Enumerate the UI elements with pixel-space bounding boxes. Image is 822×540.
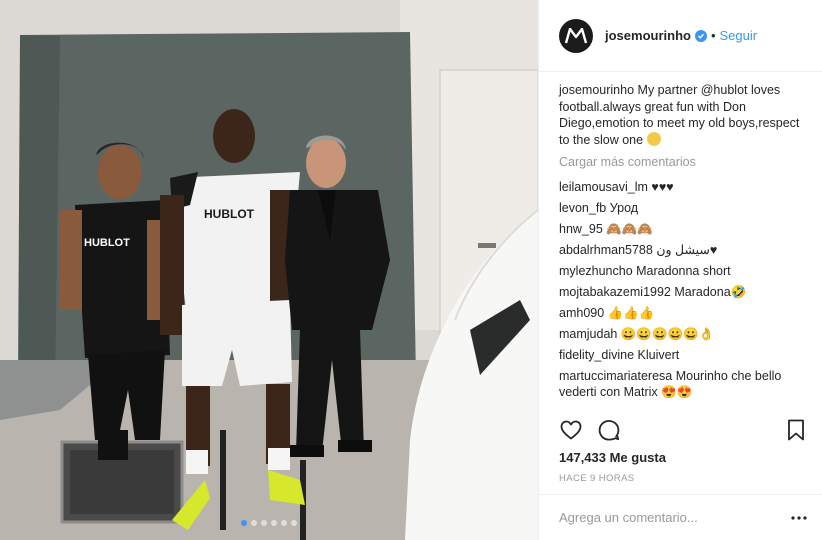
author-username[interactable]: josemourinho [605, 28, 691, 43]
comment-icon[interactable] [597, 418, 621, 442]
likes-count[interactable]: 147,433 Me gusta [559, 450, 666, 465]
comment-username[interactable]: mamjudah [559, 327, 617, 341]
post-timestamp[interactable]: HACE 9 HORAS [559, 473, 635, 484]
comment-text: 😀😀😀😀😀👌 [620, 327, 715, 341]
comment-text: Урод [609, 201, 639, 215]
comment-username[interactable]: levon_fb [559, 201, 606, 215]
comment-username[interactable]: leilamousavi_lm [559, 180, 648, 194]
comment-username[interactable]: mojtabakazemi1992 [559, 285, 671, 299]
comment-text: Maradona🤣 [674, 285, 747, 299]
comment-item: fidelity_divine Kluivert [559, 347, 802, 363]
heart-icon[interactable] [559, 418, 583, 442]
carousel-dot[interactable] [261, 520, 267, 526]
svg-text:HUBLOT: HUBLOT [84, 237, 130, 249]
post-caption: josemourinho My partner @hublot loves fo… [559, 82, 802, 148]
comment-text: سيشل ون♥ [656, 243, 718, 257]
comment-item: hnw_95 🙈🙈🙈 [559, 221, 802, 237]
header-separator: • [710, 28, 716, 43]
more-icon[interactable] [790, 509, 808, 527]
comment-item: abdalrhman5788 سيشل ون♥ [559, 242, 802, 258]
emoji-icon [646, 131, 661, 146]
svg-text:HUBLOT: HUBLOT [204, 207, 255, 221]
bookmark-icon[interactable] [784, 418, 808, 442]
add-comment-input[interactable] [559, 510, 790, 525]
comment-list: josemourinho My partner @hublot loves fo… [539, 72, 822, 406]
post-side-panel: josemourinho • Seguir josemourinho My pa… [538, 0, 822, 540]
add-comment-bar [539, 494, 822, 540]
carousel-dot[interactable] [271, 520, 277, 526]
comment-item: mamjudah 😀😀😀😀😀👌 [559, 326, 802, 342]
post-actions [559, 416, 808, 444]
carousel-dot[interactable] [281, 520, 287, 526]
author-avatar[interactable] [559, 18, 593, 53]
comment-item: martuccimariateresa Mourinho che bello v… [559, 368, 802, 400]
carousel-dot[interactable] [251, 520, 257, 526]
caption-username[interactable]: josemourinho [559, 83, 634, 97]
comment-username[interactable]: martuccimariateresa [559, 369, 672, 383]
comment-username[interactable]: amh090 [559, 306, 604, 320]
photo-image: HUBLOT HUBLOT [0, 0, 538, 540]
comment-text: Maradonna short [636, 264, 731, 278]
comment-item: mylezhuncho Maradonna short [559, 263, 802, 279]
comment-text: Kluivert [637, 348, 680, 362]
comment-text: 👍👍👍 [607, 306, 655, 320]
carousel-dot[interactable] [291, 520, 297, 526]
comment-item: mojtabakazemi1992 Maradona🤣 [559, 284, 802, 300]
verified-badge-icon [694, 29, 707, 42]
comment-username[interactable]: mylezhuncho [559, 264, 633, 278]
load-more-comments-button[interactable]: Cargar más comentarios [559, 155, 802, 169]
comment-username[interactable]: fidelity_divine [559, 348, 634, 362]
follow-button[interactable]: Seguir [720, 28, 758, 43]
post-photo[interactable]: HUBLOT HUBLOT [0, 0, 538, 540]
comment-item: leilamousavi_lm ♥♥♥ [559, 179, 802, 195]
carousel-dot[interactable] [241, 520, 247, 526]
post-header: josemourinho • Seguir [539, 0, 822, 72]
comment-username[interactable]: abdalrhman5788 [559, 243, 653, 257]
comment-username[interactable]: hnw_95 [559, 222, 603, 236]
carousel-indicator [0, 520, 538, 526]
avatar-logo-icon [565, 27, 587, 43]
comment-text: 🙈🙈🙈 [606, 222, 653, 236]
comment-item: levon_fb Урод [559, 200, 802, 216]
comment-text: ♥♥♥ [651, 180, 674, 194]
comment-item: amh090 👍👍👍 [559, 305, 802, 321]
